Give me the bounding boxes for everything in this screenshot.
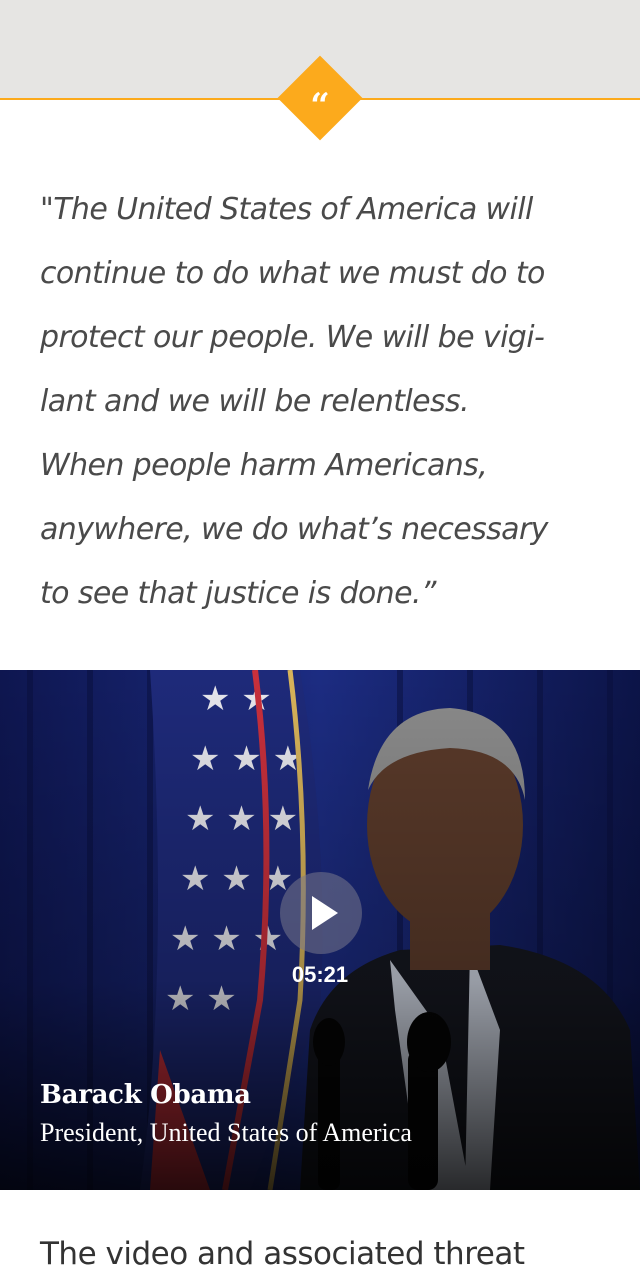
pull-quote-line: "The United States of America will [40, 192, 533, 227]
article-lead-text: The video and associated threat [40, 1236, 525, 1272]
quote-icon: “ [310, 86, 330, 126]
pull-quote-line: to see that justice is done.” [40, 576, 436, 611]
speaker-title: President, United States of America [40, 1118, 412, 1147]
pull-quote-line: continue to do what we must do to [40, 256, 545, 291]
play-icon [312, 896, 338, 930]
pull-quote-line: anywhere, we do what’s necessary [40, 512, 548, 547]
play-button[interactable] [280, 872, 362, 954]
pull-quote-line: When people harm Americans, [40, 448, 488, 483]
pull-quote: "The United States of America will conti… [40, 178, 608, 626]
pull-quote-line: lant and we will be relentless. [40, 384, 470, 419]
video-duration: 05:21 [291, 962, 349, 987]
pull-quote-line: protect our people. We will be vigi- [40, 320, 545, 355]
speaker-name: Barack Obama [40, 1080, 251, 1110]
quote-badge: “ [277, 55, 363, 141]
